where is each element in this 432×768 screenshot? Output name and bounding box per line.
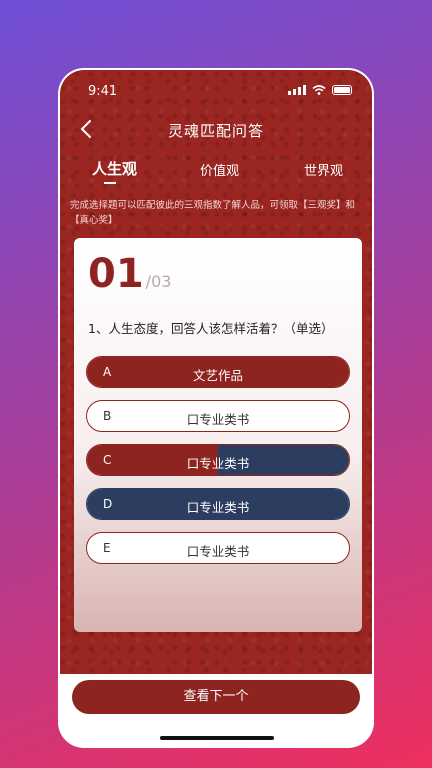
- phone-frame: 9:41 灵魂匹配问答 人生观 价值观 世界观 完成选择题可以匹配彼此的三观指数…: [58, 68, 374, 748]
- question-card: 01 /03 1、人生态度，回答人该怎样活着？（单选） A 文艺作品 B 口专业…: [74, 238, 362, 632]
- page-title: 灵魂匹配问答: [167, 122, 264, 140]
- option-a[interactable]: A 文艺作品: [86, 356, 350, 388]
- tab-world-view[interactable]: 世界观: [304, 160, 343, 179]
- option-e[interactable]: E 口专业类书: [86, 532, 350, 564]
- bottom-bar: 查看下一个: [60, 674, 372, 746]
- tab-life-view[interactable]: 人生观: [92, 158, 137, 179]
- option-text: 文艺作品: [192, 368, 243, 383]
- option-b[interactable]: B 口专业类书: [86, 400, 350, 432]
- question-index: 01 /03: [88, 252, 171, 296]
- battery-icon: [332, 85, 352, 95]
- nav-bar: 灵魂匹配问答: [60, 112, 372, 146]
- wifi-icon: [312, 85, 326, 95]
- question-total: /03: [145, 272, 172, 291]
- status-icons: [288, 85, 352, 95]
- tab-values[interactable]: 价值观: [200, 160, 239, 179]
- option-text: 口专业类书: [186, 544, 250, 559]
- active-tab-indicator: [104, 182, 116, 184]
- option-c[interactable]: C 口专业类书: [86, 444, 350, 476]
- question-number: 01: [88, 251, 144, 297]
- app-screen: 9:41 灵魂匹配问答 人生观 价值观 世界观 完成选择题可以匹配彼此的三观指数…: [60, 70, 372, 674]
- status-time: 9:41: [88, 84, 118, 99]
- notice-text: 完成选择题可以匹配彼此的三观指数了解人品，可领取【三观奖】和【真心奖】: [70, 200, 356, 226]
- option-text: 口专业类书: [186, 456, 250, 471]
- signal-icon: [288, 85, 306, 95]
- status-bar: 9:41: [60, 70, 372, 110]
- home-indicator: [160, 736, 274, 740]
- next-button[interactable]: 查看下一个: [72, 680, 360, 714]
- option-text: 口专业类书: [186, 500, 250, 515]
- option-d[interactable]: D 口专业类书: [86, 488, 350, 520]
- tab-bar: 人生观 价值观 世界观: [60, 158, 372, 186]
- question-text: 1、人生态度，回答人该怎样活着？（单选）: [88, 321, 334, 336]
- option-text: 口专业类书: [186, 412, 250, 427]
